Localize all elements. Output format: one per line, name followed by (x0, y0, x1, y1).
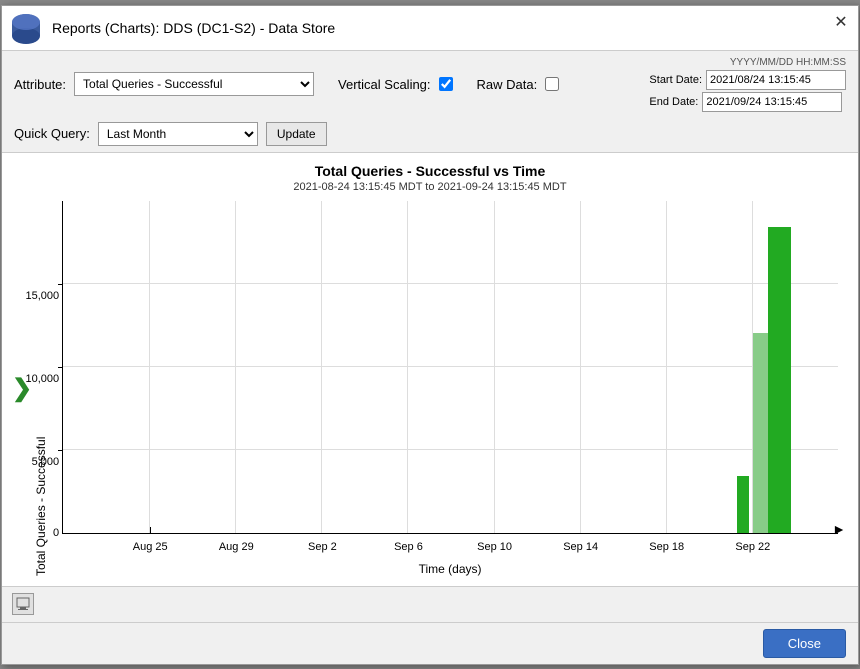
chart-inner: 5,000 10,000 15,000 0 (52, 201, 848, 576)
attribute-label: Attribute: (14, 77, 66, 92)
chart-title: Total Queries - Successful vs Time (12, 163, 848, 179)
status-bar (2, 586, 858, 622)
quick-query-label: Quick Query: (14, 126, 90, 141)
y-tick-15000: 15,000 (25, 290, 59, 302)
update-button[interactable]: Update (266, 122, 327, 146)
start-date-label: Start Date: (649, 74, 702, 86)
chart-container: ❯ Total Queries - Successful 5,000 10,00… (12, 201, 848, 576)
y-tick-0: 0 (53, 527, 59, 539)
raw-data-checkbox[interactable] (545, 77, 559, 91)
y-tick-10000: 10,000 (25, 373, 59, 385)
x-label-sep18: Sep 18 (649, 541, 684, 553)
raw-data-label: Raw Data: (477, 77, 538, 92)
status-icon[interactable] (12, 593, 34, 615)
x-label-sep14: Sep 14 (563, 541, 598, 553)
end-date-label: End Date: (649, 96, 698, 108)
main-window: Reports (Charts): DDS (DC1-S2) - Data St… (1, 5, 859, 665)
y-tick-mark-2 (58, 367, 63, 368)
vertical-scaling-label: Vertical Scaling: (338, 77, 431, 92)
arrow-right-icon: ► (832, 521, 846, 537)
bar-secondary (753, 333, 768, 532)
window-title: Reports (Charts): DDS (DC1-S2) - Data St… (52, 20, 335, 36)
app-icon (10, 12, 42, 44)
x-axis-label: Time (days) (52, 562, 848, 576)
bar-main (768, 227, 791, 532)
y-axis-label: Total Queries - Successful (34, 201, 48, 576)
y-tick-mark-1 (58, 450, 63, 451)
footer: Close (2, 622, 858, 664)
x-label-sep10: Sep 10 (477, 541, 512, 553)
chart-subtitle: 2021-08-24 13:15:45 MDT to 2021-09-24 13… (12, 181, 848, 193)
close-button[interactable]: Close (763, 629, 846, 658)
date-format-hint: YYYY/MM/DD HH:MM:SS (649, 57, 846, 68)
x-label-aug29: Aug 29 (219, 541, 254, 553)
toolbar: Attribute: Total Queries - Successful Ve… (2, 51, 858, 153)
start-date-input[interactable]: 2021/08/24 13:15:45 (706, 70, 846, 90)
x-label-sep6: Sep 6 (394, 541, 423, 553)
grid-h-3: 15,000 (63, 283, 838, 284)
toolbar-row-1: Attribute: Total Queries - Successful Ve… (14, 57, 846, 112)
end-date-row: End Date: 2021/09/24 13:15:45 (649, 92, 842, 112)
close-icon[interactable]: ✕ (832, 14, 850, 32)
grid-v-3: Sep 2 (321, 201, 322, 533)
x-label-aug25: Aug 25 (133, 541, 168, 553)
grid-h-2: 10,000 (63, 366, 838, 367)
grid-h-1: 5,000 (63, 449, 838, 450)
vertical-scaling-checkbox[interactable] (439, 77, 453, 91)
x-label-sep2: Sep 2 (308, 541, 337, 553)
x-label-sep22: Sep 22 (735, 541, 770, 553)
title-bar: Reports (Charts): DDS (DC1-S2) - Data St… (2, 6, 858, 51)
start-date-row: Start Date: 2021/08/24 13:15:45 (649, 70, 846, 90)
grid-v-5: Sep 10 (494, 201, 495, 533)
quick-query-select[interactable]: Last Month (98, 122, 258, 146)
bar-small (737, 476, 749, 532)
chart-plot: 5,000 10,000 15,000 0 (62, 201, 838, 534)
grid-v-6: Sep 14 (580, 201, 581, 533)
grid-v-7: Sep 18 (666, 201, 667, 533)
end-date-input[interactable]: 2021/09/24 13:15:45 (702, 92, 842, 112)
date-section: YYYY/MM/DD HH:MM:SS Start Date: 2021/08/… (649, 57, 846, 112)
y-tick-5000: 5,000 (32, 456, 60, 468)
x-tick-mark-1 (150, 527, 151, 533)
chart-area: Total Queries - Successful vs Time 2021-… (2, 153, 858, 586)
attribute-select[interactable]: Total Queries - Successful (74, 72, 314, 96)
y-tick-mark-3 (58, 284, 63, 285)
grid-v-1: Aug 25 (149, 201, 150, 533)
grid-v-4: Sep 6 (407, 201, 408, 533)
grid-v-2: Aug 29 (235, 201, 236, 533)
toolbar-row-2: Quick Query: Last Month Update (14, 122, 846, 146)
